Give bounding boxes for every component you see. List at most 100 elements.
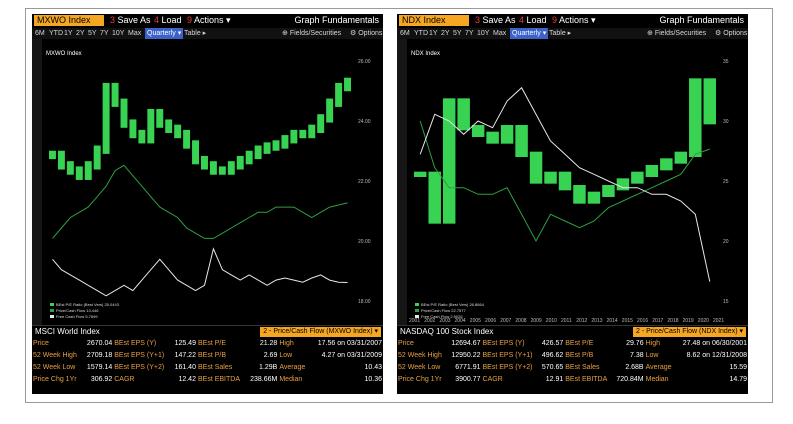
pe-bar — [66, 161, 74, 175]
load-button[interactable]: 4 Load — [519, 15, 547, 26]
save-as-button[interactable]: 3 Save As — [475, 15, 516, 26]
range-6m[interactable]: 6M — [35, 28, 45, 39]
pe-bar — [645, 165, 659, 177]
ticker-input[interactable]: MXWO Index — [34, 15, 104, 26]
stat-label: BEst EPS (Y+2) — [114, 364, 165, 371]
x-tick-label: 2018 — [667, 318, 678, 324]
pe-bar — [616, 178, 630, 191]
x-tick-label: 2021 — [713, 318, 724, 324]
x-tick-label: 2019 — [683, 318, 694, 324]
stat-value: 8.62 on 12/31/2008 — [686, 352, 747, 359]
range-bar: 6M YTD 1Y 2Y 5Y 7Y 10Y Max Quarterly ▾ T… — [397, 28, 748, 39]
range-6m[interactable]: 6M — [400, 28, 410, 39]
range-1y[interactable]: 1Y — [429, 28, 438, 39]
stat-label: Average — [645, 364, 672, 371]
range-2y[interactable]: 2Y — [76, 28, 85, 39]
range-10y[interactable]: 10Y — [477, 28, 489, 39]
view-title: Graph Fundamentals — [294, 15, 379, 25]
stat-value: 15.59 — [729, 364, 747, 371]
stats-row: 52 Week High 2709.18 BEst EPS (Y+1) 147.… — [32, 350, 383, 362]
x-tick-label: 2014 — [607, 318, 618, 324]
series-dropdown[interactable]: 2 - Price/Cash Flow (NDX Index) ▾ — [633, 327, 746, 337]
title-bar: NDX Index 3 Save As 4 Load 9 Actions ▾ G… — [397, 14, 748, 27]
table-toggle[interactable]: Table ▸ — [184, 28, 206, 39]
pe-bar — [263, 142, 271, 154]
stat-label: High — [645, 340, 661, 347]
pe-bar — [192, 140, 199, 165]
pe-bar — [84, 161, 92, 180]
fundamentals-chart[interactable]: NDX Index 35 30 25 20 15 BEst P/E Ratio (Best… — [397, 39, 748, 325]
range-7y[interactable]: 7Y — [100, 28, 109, 39]
options-button[interactable]: ⚙ Options — [715, 28, 747, 39]
stats-row: Price 12694.67 BEst EPS (Y) 426.57 BEst … — [397, 338, 748, 350]
load-button[interactable]: 4 Load — [154, 15, 182, 26]
pe-bar — [201, 155, 208, 170]
stat-label: BEst P/E — [197, 340, 226, 347]
pe-bar — [165, 119, 173, 133]
range-max[interactable]: Max — [493, 28, 506, 39]
pe-bar — [236, 155, 244, 170]
stat-value: 720.84M — [616, 376, 644, 383]
table-toggle[interactable]: Table ▸ — [549, 28, 571, 39]
stat-value: 12.91 — [545, 376, 564, 383]
range-5y[interactable]: 5Y — [453, 28, 462, 39]
range-7y[interactable]: 7Y — [465, 28, 474, 39]
stat-label: Price — [398, 340, 414, 347]
x-tick-label: 2010 — [546, 318, 557, 324]
pe-bar — [49, 150, 56, 160]
stat-value: 1.29B — [259, 364, 278, 371]
bloomberg-panel-ndx: NDX Index 3 Save As 4 Load 9 Actions ▾ G… — [397, 14, 748, 394]
stat-value: 2670.04 — [86, 340, 113, 347]
stat-value: 17.56 on 03/31/2007 — [317, 340, 382, 347]
pe-bar — [120, 98, 128, 128]
stat-value: 7.38 — [629, 352, 644, 359]
stats-row: Price 2670.04 BEst EPS (Y) 125.49 BEst P… — [32, 338, 383, 350]
view-title: Graph Fundamentals — [659, 15, 744, 25]
range-2y[interactable]: 2Y — [441, 28, 450, 39]
options-button[interactable]: ⚙ Options — [350, 28, 382, 39]
actions-button[interactable]: 9 Actions ▾ — [187, 15, 231, 26]
range-5y[interactable]: 5Y — [88, 28, 97, 39]
stat-label: BEst Sales — [197, 364, 233, 371]
stat-value: 147.22 — [174, 352, 196, 359]
stat-label: Median — [279, 376, 303, 383]
x-tick-label: 2016 — [637, 318, 648, 324]
fields-securities-button[interactable]: ⊕ Fields/Securities — [282, 28, 341, 39]
fundamentals-chart[interactable]: MXWO Index 26.00 24.00 22.00 20.00 18.00 BEst… — [32, 39, 383, 325]
pe-bar — [602, 185, 615, 197]
range-10y[interactable]: 10Y — [112, 28, 124, 39]
series-dropdown[interactable]: 2 - Price/Cash Flow (MXWO Index) ▾ — [260, 327, 381, 337]
save-as-button[interactable]: 3 Save As — [110, 15, 151, 26]
actions-button[interactable]: 9 Actions ▾ — [552, 15, 596, 26]
pe-bar — [111, 82, 119, 107]
pe-bar — [326, 98, 334, 123]
pe-bar — [218, 166, 226, 175]
stat-value: 1579.14 — [86, 364, 113, 371]
pe-bar — [529, 151, 543, 184]
pe-bar — [156, 109, 164, 128]
pe-bar — [414, 171, 427, 177]
range-1y[interactable]: 1Y — [64, 28, 73, 39]
range-bar: 6M YTD 1Y 2Y 5Y 7Y 10Y Max Quarterly ▾ T… — [32, 28, 383, 39]
range-ytd[interactable]: YTD — [49, 28, 63, 39]
x-tick-label: 2015 — [622, 318, 633, 324]
legend-swatch — [50, 315, 54, 318]
ticker-input[interactable]: NDX Index — [399, 15, 469, 26]
periodicity-select[interactable]: Quarterly ▾ — [510, 28, 549, 39]
x-tick-label: 2007 — [500, 318, 511, 324]
y-tick-label: 20.00 — [358, 239, 371, 245]
y-tick-label: 25 — [723, 179, 729, 185]
stat-label: BEst P/B — [197, 352, 226, 359]
range-max[interactable]: Max — [128, 28, 141, 39]
fields-securities-button[interactable]: ⊕ Fields/Securities — [647, 28, 706, 39]
title-bar: MXWO Index 3 Save As 4 Load 9 Actions ▾ … — [32, 14, 383, 27]
range-ytd[interactable]: YTD — [414, 28, 428, 39]
legend-swatch — [415, 309, 419, 312]
periodicity-select[interactable]: Quarterly ▾ — [145, 28, 184, 39]
pe-bar — [486, 131, 499, 144]
pe-bar — [138, 129, 146, 144]
stat-label: BEst P/B — [565, 352, 594, 359]
stat-value: 12.42 — [178, 376, 196, 383]
chart-title: MXWO Index — [46, 51, 82, 57]
legend-swatch — [50, 309, 54, 312]
